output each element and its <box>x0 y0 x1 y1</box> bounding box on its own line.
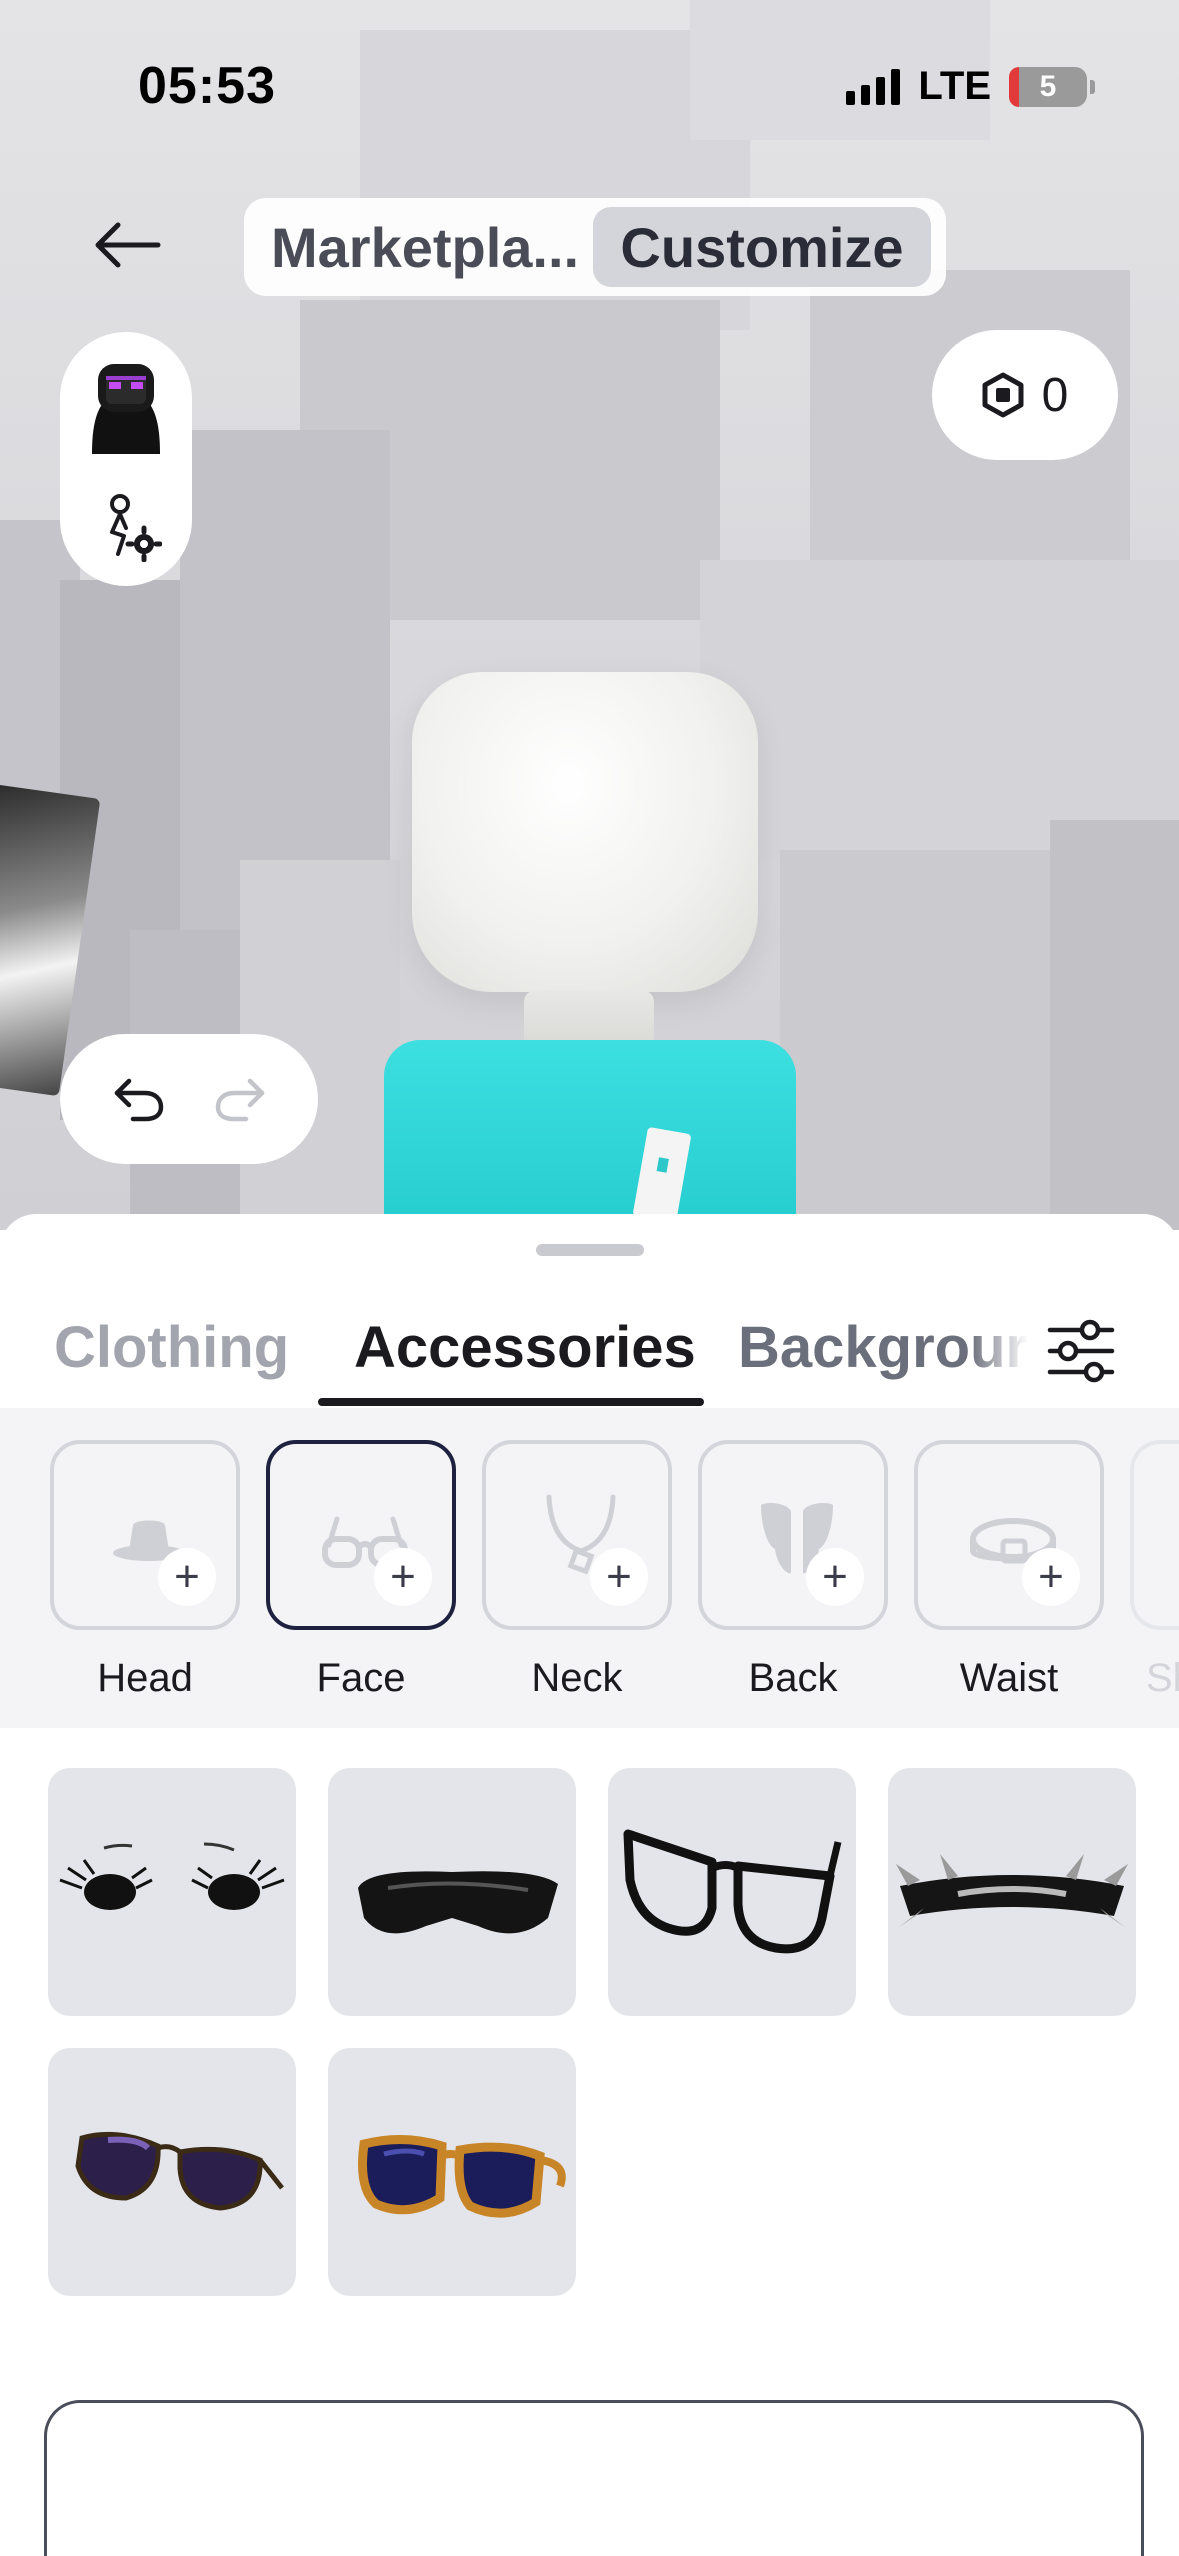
tab-accessories[interactable]: Accessories <box>354 1314 696 1381</box>
redo-icon[interactable] <box>212 1075 268 1123</box>
add-icon: + <box>374 1548 432 1606</box>
tab-marketplace[interactable]: Marketpla... <box>253 207 585 287</box>
robux-balance[interactable]: 0 <box>932 330 1118 460</box>
category-tabs: Clothing Accessories Backgrour <box>0 1304 1179 1408</box>
avatar-torso <box>384 1040 796 1230</box>
aviator-sunglasses-icon <box>75 2131 284 2211</box>
active-tab-indicator <box>318 1398 704 1406</box>
sheet-drag-handle[interactable] <box>536 1244 644 1256</box>
subcategory-tile[interactable]: + <box>482 1440 672 1630</box>
item-tile[interactable] <box>328 2048 576 2296</box>
status-time: 05:53 <box>138 57 276 115</box>
customize-sheet: Clothing Accessories Backgrour + Head + … <box>0 1214 1179 2556</box>
scene-block <box>1050 820 1179 1230</box>
add-icon: + <box>158 1548 216 1606</box>
side-tools <box>60 332 192 586</box>
tab-backgrounds[interactable]: Backgrour <box>738 1314 1028 1381</box>
subcategory-label: Back <box>748 1656 838 1700</box>
subcategory-tile[interactable]: + <box>50 1440 240 1630</box>
subcategory-tile[interactable]: + <box>698 1440 888 1630</box>
spiked-visor-icon <box>896 1854 1128 1928</box>
status-indicators: LTE 5 <box>846 64 1095 109</box>
robux-icon <box>982 372 1024 418</box>
add-icon: + <box>590 1548 648 1606</box>
add-icon: + <box>806 1548 864 1606</box>
subcategory-back[interactable]: + Back <box>698 1440 888 1701</box>
item-tile[interactable] <box>328 1768 576 2016</box>
add-icon: + <box>1022 1548 1080 1606</box>
black-frame-glasses-icon <box>623 1829 842 1954</box>
subcategory-head[interactable]: + Head <box>50 1440 240 1701</box>
subcategory-shoulder[interactable]: Sh <box>1130 1440 1179 1701</box>
subcategory-neck[interactable]: + Neck <box>482 1440 672 1701</box>
avatar-settings-icon[interactable] <box>98 492 162 562</box>
subcategory-strip: + Head + Face + Neck + Back + Waist S <box>0 1408 1179 1728</box>
tab-customize[interactable]: Customize <box>593 207 931 287</box>
item-tile[interactable] <box>48 2048 296 2296</box>
subcategory-label: Waist <box>959 1656 1059 1700</box>
subcategory-tile[interactable]: + <box>266 1440 456 1630</box>
avatar-head <box>412 672 758 992</box>
back-button[interactable] <box>72 200 182 290</box>
undo-icon[interactable] <box>111 1075 167 1123</box>
subcategory-label: Neck <box>531 1656 623 1700</box>
filter-sliders-icon[interactable] <box>1044 1314 1118 1388</box>
subcategory-tile[interactable]: + <box>914 1440 1104 1630</box>
battery-icon: 5 <box>1009 66 1095 107</box>
item-tile[interactable] <box>608 1768 856 2016</box>
bottom-card <box>44 2400 1144 2556</box>
subcategory-label: Face <box>316 1656 406 1700</box>
arrow-left-icon <box>95 222 161 268</box>
mode-switcher: Marketpla... Customize <box>244 198 946 296</box>
cellular-signal-icon <box>846 68 901 105</box>
subcategory-label: Head <box>97 1656 193 1700</box>
subcategory-label: Sh <box>1146 1656 1179 1700</box>
robux-amount: 0 <box>1041 368 1069 422</box>
subcategory-waist[interactable]: + Waist <box>914 1440 1104 1701</box>
item-tile[interactable] <box>888 1768 1136 2016</box>
black-visor-icon <box>358 1871 558 1934</box>
lashes-icon <box>59 1842 285 1910</box>
subcategory-face[interactable]: + Face <box>266 1440 456 1701</box>
item-tile[interactable] <box>48 1768 296 2016</box>
network-type: LTE <box>918 64 991 108</box>
tab-clothing[interactable]: Clothing <box>54 1314 289 1381</box>
orange-goggles-icon <box>358 2134 566 2218</box>
battery-level: 5 <box>1039 69 1057 103</box>
scene-block <box>700 560 1179 860</box>
undo-redo-controls <box>60 1034 318 1164</box>
subcategory-tile[interactable] <box>1130 1440 1179 1630</box>
avatar-thumbnail-icon[interactable] <box>84 360 168 454</box>
